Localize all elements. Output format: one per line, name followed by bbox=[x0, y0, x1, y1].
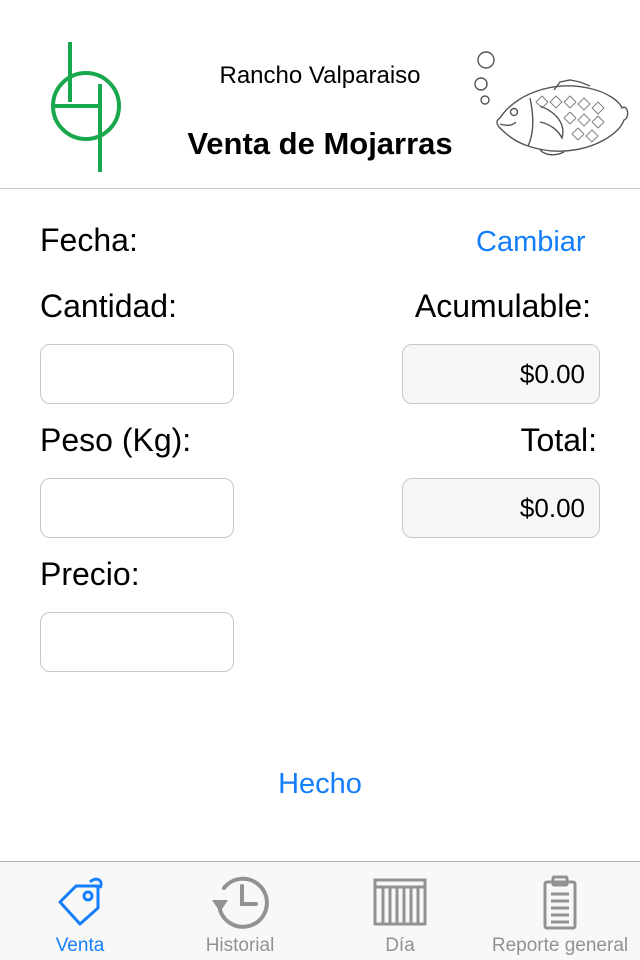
price-tag-icon bbox=[58, 877, 103, 926]
precio-input[interactable] bbox=[40, 612, 234, 672]
total-field bbox=[402, 478, 600, 538]
tab-dia-label: Día bbox=[385, 935, 415, 956]
cambiar-button[interactable]: Cambiar bbox=[476, 226, 586, 259]
ranch-name: Rancho Valparaiso bbox=[219, 62, 421, 89]
tab-reporte-general[interactable]: Reporte general bbox=[480, 862, 640, 960]
tab-venta[interactable]: Venta bbox=[0, 862, 160, 960]
total-label: Total: bbox=[520, 422, 597, 458]
calendar-grid-icon bbox=[373, 878, 427, 926]
tab-historial[interactable]: Historial bbox=[160, 862, 320, 960]
fish-illustration-icon bbox=[474, 51, 629, 156]
acumulable-label: Acumulable: bbox=[414, 288, 591, 324]
history-clock-icon bbox=[212, 876, 269, 929]
peso-input[interactable] bbox=[40, 478, 234, 538]
precio-label: Precio: bbox=[40, 556, 140, 592]
tab-bar: Venta Historial Día Reporte general bbox=[0, 861, 640, 960]
page-title: Venta de Mojarras bbox=[187, 126, 453, 161]
tab-reporte-general-label: Reporte general bbox=[491, 935, 629, 956]
cantidad-input[interactable] bbox=[40, 344, 234, 404]
cantidad-label: Cantidad: bbox=[40, 288, 177, 324]
tab-dia[interactable]: Día bbox=[320, 862, 480, 960]
brand-logo-icon bbox=[51, 42, 121, 172]
tab-venta-label: Venta bbox=[55, 935, 105, 956]
hecho-button[interactable]: Hecho bbox=[0, 768, 640, 801]
peso-label: Peso (Kg): bbox=[40, 422, 192, 458]
app-header: Rancho Valparaiso Venta de Mojarras bbox=[0, 0, 640, 189]
fecha-label: Fecha: bbox=[40, 222, 138, 258]
acumulable-field bbox=[402, 344, 600, 404]
tab-historial-label: Historial bbox=[205, 935, 275, 956]
clipboard-icon bbox=[543, 875, 577, 930]
